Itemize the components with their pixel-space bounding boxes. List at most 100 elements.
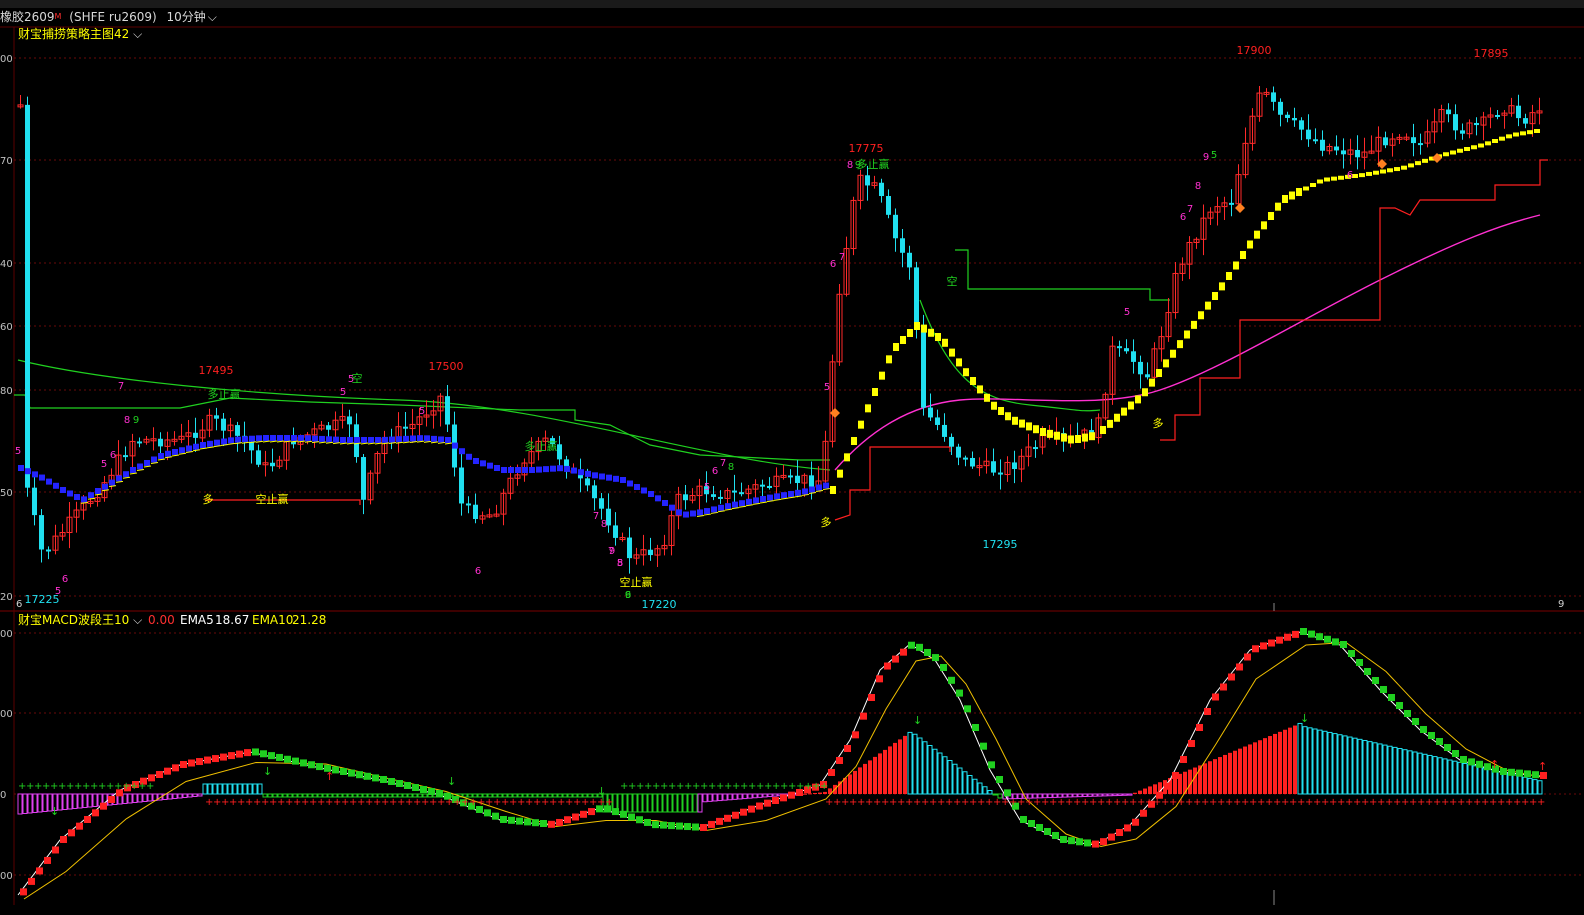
macd-bar [1122,793,1128,796]
macd-signal-square [300,759,307,767]
macd-signal-square [1452,750,1459,757]
candle-body [1306,129,1311,140]
candle-body [718,496,723,499]
macd-signal-square [884,662,891,670]
macd-bar [762,793,768,798]
main-y-tick: 80 [0,386,13,397]
trail-dot [25,468,31,475]
macd-signal-square [1444,744,1451,751]
trail-dot [67,490,73,497]
trail-dot [1040,428,1046,436]
trail-dot [158,453,164,459]
candle-body [1474,122,1479,126]
trail-dot [1527,130,1533,135]
trail-dot [1366,171,1372,176]
macd-signal-square [1300,628,1307,635]
macd-bar [957,767,963,795]
trail-dot [410,435,416,442]
trail-yellow-line [360,442,369,445]
macd-bar [72,793,78,809]
macd-bar [1537,780,1543,795]
trail-yellow-line [409,441,418,443]
macd-signal-square [396,780,403,787]
macd-bar [727,793,733,801]
trail-yellow-line [759,501,768,504]
trail-dot [872,388,878,396]
candle-body [921,325,926,408]
trail-dot [998,407,1004,415]
trail-yellow-line [297,440,306,443]
macd-bar [1422,753,1428,795]
kline-chart[interactable]: 0070406080502000000006 9 + + + + + + + + + + + + + + + +… [0,0,1584,915]
macd-signal-square [1180,756,1187,763]
macd-bar [677,793,683,813]
trail-yellow-line [332,442,341,445]
trail-dot [935,333,941,341]
trail-dot [1478,143,1484,148]
trail-dot [1121,407,1127,416]
resistance-line-2 [955,249,1170,301]
main-y-tick: 70 [0,156,13,167]
macd-bar [227,783,233,795]
macd-signal-square [1324,635,1331,643]
macd-bar [137,793,143,803]
macd-bar [1288,727,1292,794]
trail-dot [1068,435,1074,444]
macd-bar [937,752,943,795]
macd-signal-square [1428,732,1435,739]
macd-signal-square [1052,832,1059,839]
signal-label: 空 [947,274,958,288]
macd-signal-square [1396,702,1403,709]
macd-bar [622,793,628,813]
candle-body [599,498,604,509]
trail-yellow-line [311,441,320,444]
macd-signal-square [1044,828,1051,835]
macd-signal-square [204,756,211,764]
macd-signal-square [372,774,379,782]
trail-dot [1107,419,1113,428]
trail-dot [144,460,150,466]
trail-dot [249,435,255,442]
trail-yellow-line [374,442,383,445]
main-indicator-title[interactable]: 财宝捕捞策略主图42 ⌵ [18,26,142,41]
count-label: 8 [124,415,130,426]
candle-body [683,494,688,501]
candle-body [123,455,128,458]
trail-dot [816,484,822,491]
macd-bar [1253,742,1257,794]
trail-yellow-line [164,456,173,459]
trail-dot [655,495,661,502]
trail-dot [844,453,850,462]
macd-indicator-title[interactable]: 财宝MACD波段王10 ⌵ [18,612,142,627]
macd-bar [1467,764,1473,795]
macd-bar [17,793,23,815]
count-label: 5 [55,586,61,597]
macd-signal-square [1132,818,1139,826]
trail-yellow-line [227,442,236,445]
trail-dot [963,368,969,377]
macd-bar [1297,722,1303,795]
macd-signal-square [1436,738,1443,745]
macd-signal-square [276,753,283,761]
macd-bar [82,793,88,808]
macd-bar [907,731,913,795]
macd-bar [62,793,68,810]
macd-signal-square [484,809,491,817]
trail-dot [1520,131,1526,136]
macd-bar [657,793,663,813]
macd-bar [247,783,253,795]
macd-signal-square [500,816,507,823]
macd-bar [863,763,867,794]
macd-signal-square [532,819,539,827]
trail-dot [53,482,59,489]
macd-signal-square [1084,839,1091,847]
macd-bar [1243,746,1247,794]
trail-dot [466,453,472,460]
price-label-high: 17895 [1474,47,1509,60]
trail-yellow-line [150,462,159,464]
candle-body [865,175,870,186]
candle-body [221,418,226,431]
count-label: 5 [1124,307,1130,318]
macd-bar [627,793,633,813]
macd-signal-square [852,731,859,739]
